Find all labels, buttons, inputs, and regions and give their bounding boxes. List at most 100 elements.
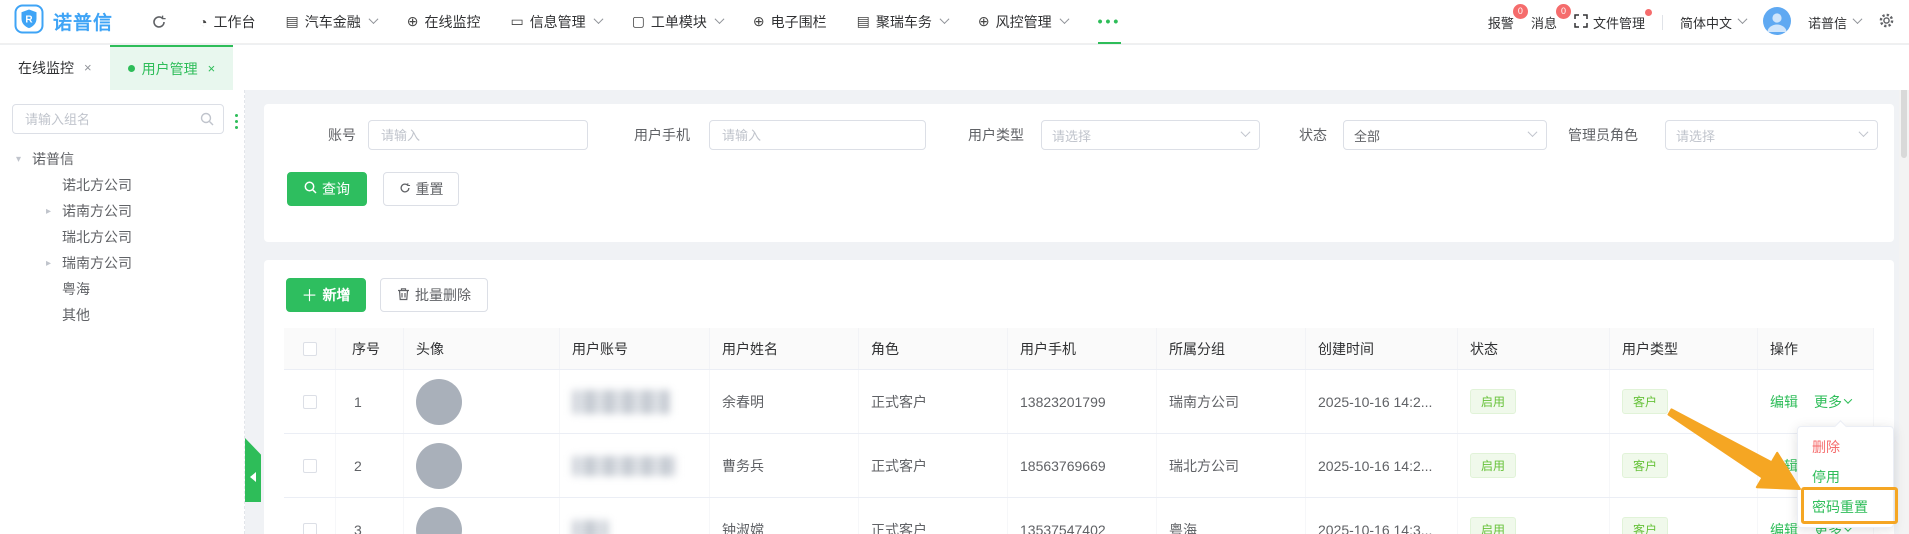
chevron-down-icon bbox=[1859, 127, 1869, 137]
more-link-label: 更多 bbox=[1814, 392, 1842, 412]
avatar bbox=[416, 443, 462, 489]
query-button[interactable]: 查询 bbox=[287, 172, 367, 206]
dropdown-item-disable[interactable]: 停用 bbox=[1798, 462, 1893, 492]
chevron-down-icon bbox=[1844, 395, 1852, 403]
collapse-left-arrow-icon bbox=[250, 472, 256, 482]
cell-index: 3 bbox=[336, 498, 404, 534]
tree-item-other[interactable]: 其他 bbox=[0, 302, 238, 328]
language-selector[interactable]: 简体中文 bbox=[1680, 13, 1746, 32]
dropdown-item-password-reset[interactable]: 密码重置 bbox=[1798, 492, 1893, 522]
batch-delete-label: 批量删除 bbox=[415, 285, 471, 305]
refresh-icon[interactable] bbox=[151, 14, 167, 30]
sidebar-kebab-menu-icon[interactable] bbox=[233, 112, 240, 131]
close-icon[interactable]: × bbox=[208, 61, 216, 76]
col-group: 所属分组 bbox=[1157, 328, 1306, 369]
avatar bbox=[416, 379, 462, 425]
tree-collapsed-arrow-icon[interactable]: ▸ bbox=[46, 206, 62, 217]
dropdown-item-delete[interactable]: 删除 bbox=[1798, 432, 1893, 462]
cell-group: 粤海 bbox=[1157, 498, 1306, 534]
col-status: 状态 bbox=[1458, 328, 1610, 369]
sidebar-collapse-handle[interactable] bbox=[245, 438, 261, 502]
user-type-select[interactable]: 请选择 bbox=[1041, 120, 1260, 150]
phone-label: 用户手机 bbox=[634, 120, 690, 150]
add-button-label: 新增 bbox=[323, 285, 351, 305]
batch-delete-button[interactable]: 批量删除 bbox=[380, 278, 488, 312]
page-scrollbar[interactable] bbox=[1899, 46, 1909, 534]
nav-item-jurui-vehicle[interactable]: ▤ 聚瑞车务 bbox=[857, 12, 948, 32]
phone-field bbox=[709, 120, 926, 150]
account-field bbox=[368, 120, 588, 150]
chevron-down-icon bbox=[1738, 14, 1748, 24]
filter-form-card: 账号 用户手机 用户类型 请选择 状态 全部 管理员角色 请选择 bbox=[264, 104, 1894, 242]
tree-item-yuehai[interactable]: 粤海 bbox=[0, 276, 238, 302]
group-tree-sidebar: ▾ 诺普信 诺北方公司 ▸ 诺南方公司 瑞北方公司 ▸ 瑞南方公司 粤海 bbox=[0, 90, 245, 534]
brand-logo[interactable]: R 诺普信 bbox=[14, 4, 113, 39]
user-table: 序号 头像 用户账号 用户姓名 角色 用户手机 所属分组 创建时间 状态 用户类… bbox=[284, 328, 1874, 534]
search-icon bbox=[304, 181, 317, 197]
avatar[interactable] bbox=[1763, 7, 1791, 38]
account-input[interactable] bbox=[379, 127, 577, 144]
chevron-down-icon bbox=[1241, 127, 1251, 137]
tab-label: 在线监控 bbox=[18, 58, 74, 78]
tree-expanded-arrow-icon[interactable]: ▾ bbox=[16, 154, 32, 165]
edit-link[interactable]: 编辑 bbox=[1770, 520, 1798, 534]
alarm-button[interactable]: 报警 0 bbox=[1488, 13, 1514, 32]
chevron-down-icon bbox=[714, 14, 724, 24]
tree-collapsed-arrow-icon[interactable]: ▸ bbox=[46, 258, 62, 269]
row-checkbox[interactable] bbox=[303, 459, 317, 473]
language-label: 简体中文 bbox=[1680, 13, 1732, 32]
nav-item-workbench[interactable]: ◔ 工作台 bbox=[199, 12, 255, 32]
nav-more-ellipsis[interactable]: ••• bbox=[1098, 0, 1122, 44]
chevron-down-icon bbox=[1528, 127, 1538, 137]
tree-item-nuo-south[interactable]: ▸ 诺南方公司 bbox=[0, 198, 238, 224]
tree-item-rui-north[interactable]: 瑞北方公司 bbox=[0, 224, 238, 250]
nav-item-auto-finance[interactable]: ▤ 汽车金融 bbox=[285, 12, 376, 32]
select-all-checkbox[interactable] bbox=[303, 342, 317, 356]
col-created: 创建时间 bbox=[1306, 328, 1458, 369]
nav-item-online-monitor[interactable]: ⊕ 在线监控 bbox=[407, 12, 481, 32]
nav-item-work-order[interactable]: ▢ 工单模块 bbox=[632, 12, 723, 32]
phone-input[interactable] bbox=[720, 127, 915, 144]
cell-group: 瑞北方公司 bbox=[1157, 434, 1306, 497]
edit-link[interactable]: 编辑 bbox=[1770, 456, 1798, 476]
tab-user-management[interactable]: 用户管理 × bbox=[110, 45, 234, 90]
admin-role-select[interactable]: 请选择 bbox=[1665, 120, 1878, 150]
shield-logo-icon: R bbox=[14, 4, 44, 39]
edit-link[interactable]: 编辑 bbox=[1770, 392, 1798, 412]
status-select[interactable]: 全部 bbox=[1343, 120, 1547, 150]
reset-button-label: 重置 bbox=[416, 179, 444, 199]
more-link[interactable]: 更多 bbox=[1814, 392, 1851, 412]
tree-item-root[interactable]: ▾ 诺普信 bbox=[0, 146, 238, 172]
alarm-badge: 0 bbox=[1513, 4, 1528, 19]
group-search-input[interactable] bbox=[23, 111, 200, 128]
nav-item-label: 电子围栏 bbox=[771, 12, 827, 32]
chevron-down-icon bbox=[593, 14, 603, 24]
message-button[interactable]: 消息 0 bbox=[1531, 13, 1557, 32]
row-checkbox[interactable] bbox=[303, 395, 317, 409]
cell-name: 曹务兵 bbox=[710, 434, 859, 497]
close-icon[interactable]: × bbox=[84, 60, 92, 75]
settings-gear-icon[interactable] bbox=[1878, 12, 1895, 32]
avatar bbox=[416, 507, 462, 534]
add-user-button[interactable]: ＋ 新增 bbox=[286, 278, 366, 312]
tab-online-monitor[interactable]: 在线监控 × bbox=[0, 45, 110, 90]
tree-item-nuo-north[interactable]: 诺北方公司 bbox=[0, 172, 238, 198]
cell-phone: 18563769669 bbox=[1008, 434, 1157, 497]
nav-item-risk-mgmt[interactable]: ⊕ 风控管理 bbox=[978, 12, 1068, 32]
file-management-button[interactable]: 文件管理 bbox=[1574, 13, 1645, 32]
blurred-account bbox=[572, 520, 608, 534]
blurred-account bbox=[572, 390, 670, 414]
table-row: 2 曹务兵 正式客户 18563769669 瑞北方公司 2025-10-16 … bbox=[284, 434, 1874, 498]
search-icon bbox=[200, 112, 214, 126]
status-badge: 启用 bbox=[1470, 453, 1516, 478]
row-checkbox[interactable] bbox=[303, 523, 317, 534]
tree-item-rui-south[interactable]: ▸ 瑞南方公司 bbox=[0, 250, 238, 276]
reset-button[interactable]: 重置 bbox=[383, 172, 459, 206]
cell-index: 1 bbox=[336, 370, 404, 433]
group-search-box bbox=[12, 104, 224, 134]
user-type-badge: 客户 bbox=[1622, 389, 1668, 414]
nav-item-info-mgmt[interactable]: ▭ 信息管理 bbox=[510, 12, 601, 32]
cell-phone: 13537547402 bbox=[1008, 498, 1157, 534]
user-menu[interactable]: 诺普信 bbox=[1808, 13, 1861, 32]
nav-item-e-fence[interactable]: ⊕ 电子围栏 bbox=[753, 12, 827, 32]
